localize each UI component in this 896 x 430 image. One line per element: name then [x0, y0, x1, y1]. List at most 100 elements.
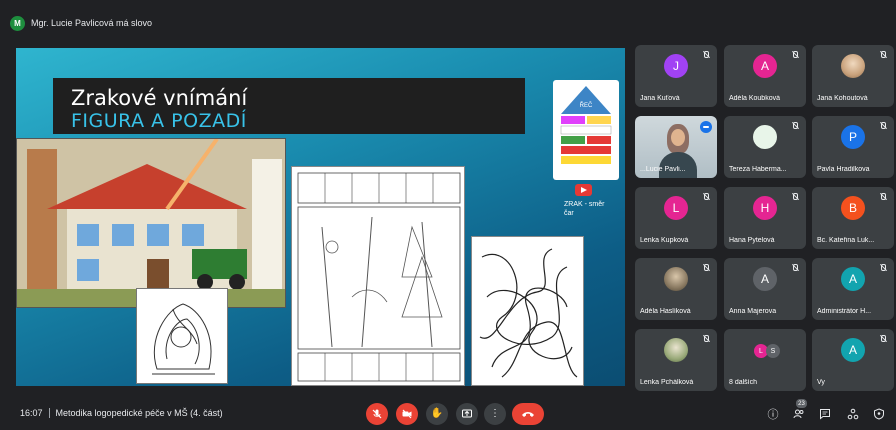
- mic-off-icon: [879, 264, 887, 272]
- slide-subtitle: FIGURA A POZADÍ: [71, 110, 247, 132]
- mic-off-icon: [702, 193, 710, 201]
- video-caption: ZRAK - směr čar: [564, 201, 605, 217]
- participant-video: [667, 124, 689, 154]
- participant-avatar: P: [841, 125, 865, 149]
- animal-worksheet-picture: [291, 166, 465, 386]
- participant-avatar: L: [664, 196, 688, 220]
- participant-avatar: [664, 267, 688, 291]
- participant-name: Adéla Koubková: [729, 95, 780, 102]
- participant-name: Vy: [817, 379, 825, 386]
- info-icon: ⓘ: [767, 409, 779, 421]
- participant-video-body: [659, 152, 697, 178]
- participant-avatar: B: [841, 196, 865, 220]
- camera-toggle-button[interactable]: [396, 403, 418, 425]
- participant-name: Administrátor H...: [817, 308, 872, 315]
- participant-name: Tereza Haberma...: [729, 166, 787, 173]
- participant-avatar: A: [841, 338, 865, 362]
- clock: 16:07: [20, 408, 43, 418]
- play-video-button[interactable]: [575, 184, 592, 196]
- participant-name: Jana Kohoutová: [817, 95, 868, 102]
- participant-tile[interactable]: ...Lucie Pavli...: [635, 116, 717, 178]
- participant-tile[interactable]: A Anna Majerova: [724, 258, 806, 320]
- participant-tile[interactable]: J Jana Kuťová: [635, 45, 717, 107]
- participant-avatar: A: [841, 267, 865, 291]
- host-controls-button[interactable]: [872, 407, 886, 421]
- active-speaker-indicator: M Mgr. Lucie Pavlicová má slovo: [10, 13, 152, 33]
- mic-off-icon: [879, 335, 887, 343]
- meeting-title: Metodika logopedické péče v MŠ (4. část): [55, 408, 223, 418]
- more-options-button[interactable]: ⋮: [484, 403, 506, 425]
- more-vert-icon: ⋮: [490, 408, 500, 419]
- mic-off-icon: [879, 193, 887, 201]
- hand-icon: ✋: [430, 408, 444, 419]
- participant-avatar: J: [664, 54, 688, 78]
- people-icon: [793, 409, 804, 419]
- participant-avatar: [664, 338, 688, 362]
- shield-icon: [874, 408, 884, 420]
- microphone-toggle-button[interactable]: [366, 403, 388, 425]
- meeting-details-button[interactable]: ⓘ: [766, 407, 780, 421]
- participant-avatar: [841, 54, 865, 78]
- participant-avatar: A: [753, 267, 777, 291]
- participant-avatar: H: [753, 196, 777, 220]
- mic-off-icon: [702, 51, 710, 59]
- speaker-avatar: M: [10, 15, 25, 31]
- participant-name: Adéla Haslíková: [640, 308, 691, 315]
- participant-tile[interactable]: P Pavla Hradilkova: [812, 116, 894, 178]
- participant-name: Lenka Kupková: [640, 237, 689, 244]
- presentation-slide: Zrakové vnímání FIGURA A POZADÍ ŘEČ ZRAK…: [16, 48, 625, 386]
- participant-name: Jana Kuťová: [640, 95, 680, 102]
- people-button[interactable]: [792, 407, 806, 421]
- participant-avatar: S: [766, 344, 780, 358]
- participant-name: Anna Majerova: [729, 308, 777, 315]
- meeting-info: 16:07 Metodika logopedické péče v MŠ (4.…: [20, 408, 223, 418]
- mic-off-icon: [702, 335, 710, 343]
- activities-icon: [847, 408, 859, 420]
- ladder-title: ŘEČ: [580, 101, 593, 109]
- mic-off-icon: [791, 51, 799, 59]
- participant-name: Lenka Pchálková: [640, 379, 694, 386]
- tangled-lines-picture: [471, 236, 584, 386]
- mic-off-icon: [879, 51, 887, 59]
- raise-hand-button[interactable]: ✋: [426, 403, 448, 425]
- chat-icon: [820, 409, 830, 420]
- divider: [48, 408, 50, 418]
- activities-button[interactable]: [846, 407, 860, 421]
- speech-pyramid-picture: ŘEČ: [553, 80, 619, 180]
- participant-tile[interactable]: Jana Kohoutová: [812, 45, 894, 107]
- mic-off-icon: [791, 193, 799, 201]
- mic-off-icon: [791, 122, 799, 130]
- speaking-indicator-icon: [700, 121, 712, 133]
- participant-tile[interactable]: Tereza Haberma...: [724, 116, 806, 178]
- mic-off-icon: [791, 264, 799, 272]
- speaker-text: Mgr. Lucie Pavlicová má slovo: [31, 18, 153, 28]
- leave-call-button[interactable]: [512, 403, 544, 425]
- participant-avatar: A: [753, 54, 777, 78]
- house-illustration: [16, 138, 286, 308]
- participant-tile[interactable]: Lenka Pchálková: [635, 329, 717, 391]
- participant-tile[interactable]: Adéla Haslíková: [635, 258, 717, 320]
- present-screen-button[interactable]: [456, 403, 478, 425]
- participant-name: Pavla Hradilkova: [817, 166, 870, 173]
- bottom-control-bar: 16:07 Metodika logopedické péče v MŠ (4.…: [0, 394, 896, 430]
- mic-off-icon: [702, 264, 710, 272]
- overlapping-figures-picture: [136, 288, 228, 384]
- participant-tile[interactable]: A Vy: [812, 329, 894, 391]
- participant-tile[interactable]: L Lenka Kupková: [635, 187, 717, 249]
- present-icon: [462, 409, 472, 418]
- participant-tile[interactable]: A Administrátor H...: [812, 258, 894, 320]
- participant-count-badge: 23: [796, 399, 807, 408]
- participant-name: ...Lucie Pavli...: [640, 166, 686, 173]
- mic-off-icon: [372, 409, 382, 419]
- participant-avatar: [753, 125, 777, 149]
- participant-tile[interactable]: A Adéla Koubková: [724, 45, 806, 107]
- slide-title: Zrakové vnímání: [71, 86, 248, 110]
- participant-tile[interactable]: H Hana Pytelová: [724, 187, 806, 249]
- participant-tile[interactable]: LS8 dalších: [724, 329, 806, 391]
- participant-name: Hana Pytelová: [729, 237, 775, 244]
- top-bar: M Mgr. Lucie Pavlicová má slovo: [0, 0, 896, 40]
- participant-tile[interactable]: B Bc. Kateřina Luk...: [812, 187, 894, 249]
- chat-button[interactable]: [818, 407, 832, 421]
- camera-off-icon: [402, 409, 412, 419]
- participant-name: 8 dalších: [729, 379, 758, 386]
